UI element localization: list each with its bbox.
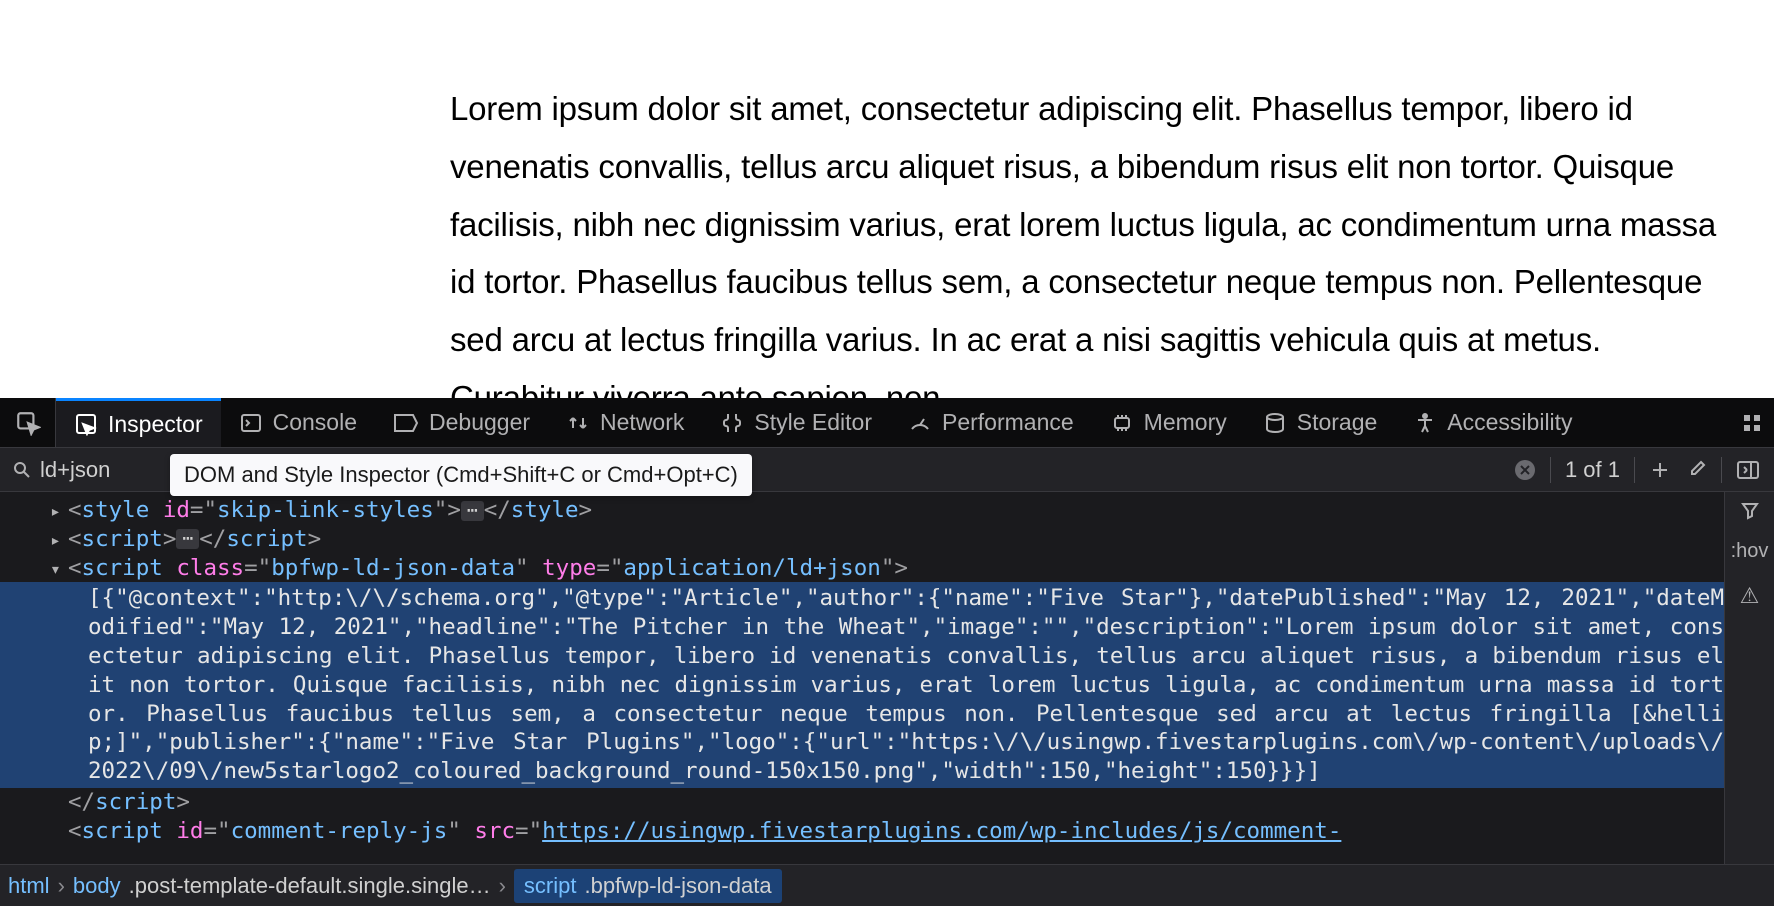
search-result-count: 1 of 1 [1565, 457, 1620, 483]
inspector-tooltip: DOM and Style Inspector (Cmd+Shift+C or … [170, 454, 752, 496]
markup-line[interactable]: ▸<style id="skip-link-styles">⋯</style> [0, 496, 1724, 525]
clear-search-button[interactable] [1514, 459, 1536, 481]
separator [1550, 457, 1551, 483]
tab-accessibility[interactable]: Accessibility [1395, 398, 1590, 447]
element-picker-button[interactable] [0, 398, 56, 447]
hov-toggle[interactable]: :hov [1731, 540, 1769, 563]
tab-memory[interactable]: Memory [1092, 398, 1245, 447]
filter-icon[interactable] [1740, 500, 1760, 520]
debugger-icon [393, 412, 419, 434]
eyedropper-button[interactable] [1685, 459, 1707, 481]
tab-storage[interactable]: Storage [1245, 398, 1396, 447]
inspector-body: ▸<style id="skip-link-styles">⋯</style> … [0, 492, 1774, 864]
chevron-right-icon: › [499, 873, 506, 899]
separator [1634, 457, 1635, 483]
markup-line-close-script[interactable]: </script> [0, 788, 1724, 817]
tab-console[interactable]: Console [221, 398, 375, 447]
tab-storage-label: Storage [1297, 409, 1378, 436]
toggle-sidebar-button[interactable] [1736, 460, 1760, 480]
warning-icon: ⚠ [1740, 583, 1760, 609]
tab-debugger[interactable]: Debugger [375, 398, 548, 447]
search-icon [12, 460, 32, 480]
tab-network[interactable]: Network [548, 398, 702, 447]
storage-icon [1263, 411, 1287, 435]
tab-style-editor[interactable]: Style Editor [702, 398, 890, 447]
tab-network-label: Network [600, 409, 684, 436]
memory-icon [1110, 411, 1134, 435]
selected-json-text[interactable]: [{"@context":"http:\/\/schema.org","@typ… [0, 582, 1724, 788]
page-content: Lorem ipsum dolor sit amet, consectetur … [0, 0, 1774, 398]
inspector-icon [74, 412, 98, 436]
devtools-panel: Inspector Console Debugger Network Style [0, 398, 1774, 906]
tab-inspector[interactable]: Inspector [56, 398, 221, 447]
separator [1721, 457, 1722, 483]
markup-view[interactable]: ▸<style id="skip-link-styles">⋯</style> … [0, 492, 1724, 864]
network-icon [566, 411, 590, 435]
tab-memory-label: Memory [1144, 409, 1227, 436]
breadcrumb-item-body[interactable]: body.post-template-default.single.single… [73, 873, 491, 899]
tab-performance-label: Performance [942, 409, 1074, 436]
breadcrumb-item-script[interactable]: script.bpfwp-ld-json-data [514, 869, 782, 903]
tab-debugger-label: Debugger [429, 409, 530, 436]
accessibility-icon [1413, 411, 1437, 435]
markup-line-open-script[interactable]: ▾<script class="bpfwp-ld-json-data" type… [0, 554, 1724, 583]
markup-line[interactable]: ▸<script>⋯</script> [0, 525, 1724, 554]
devtools-tabbar: Inspector Console Debugger Network Style [0, 398, 1774, 448]
tab-accessibility-label: Accessibility [1447, 409, 1572, 436]
article-body-text: Lorem ipsum dolor sit amet, consectetur … [450, 80, 1734, 427]
tab-style-editor-label: Style Editor [754, 409, 872, 436]
search-input[interactable] [40, 457, 150, 483]
tab-console-label: Console [273, 409, 357, 436]
rules-sidebar: :hov ⚠ [1724, 492, 1774, 864]
breadcrumb: html › body.post-template-default.single… [0, 864, 1774, 906]
chevron-right-icon: › [58, 873, 65, 899]
markup-line[interactable]: <script id="comment-reply-js" src="https… [0, 817, 1724, 846]
console-icon [239, 411, 263, 435]
breadcrumb-item-html[interactable]: html [8, 873, 50, 899]
tab-performance[interactable]: Performance [890, 398, 1092, 447]
tabs-overflow-button[interactable] [1730, 398, 1774, 447]
tab-inspector-label: Inspector [108, 411, 203, 438]
add-node-button[interactable] [1649, 459, 1671, 481]
performance-icon [908, 411, 932, 435]
style-editor-icon [720, 411, 744, 435]
